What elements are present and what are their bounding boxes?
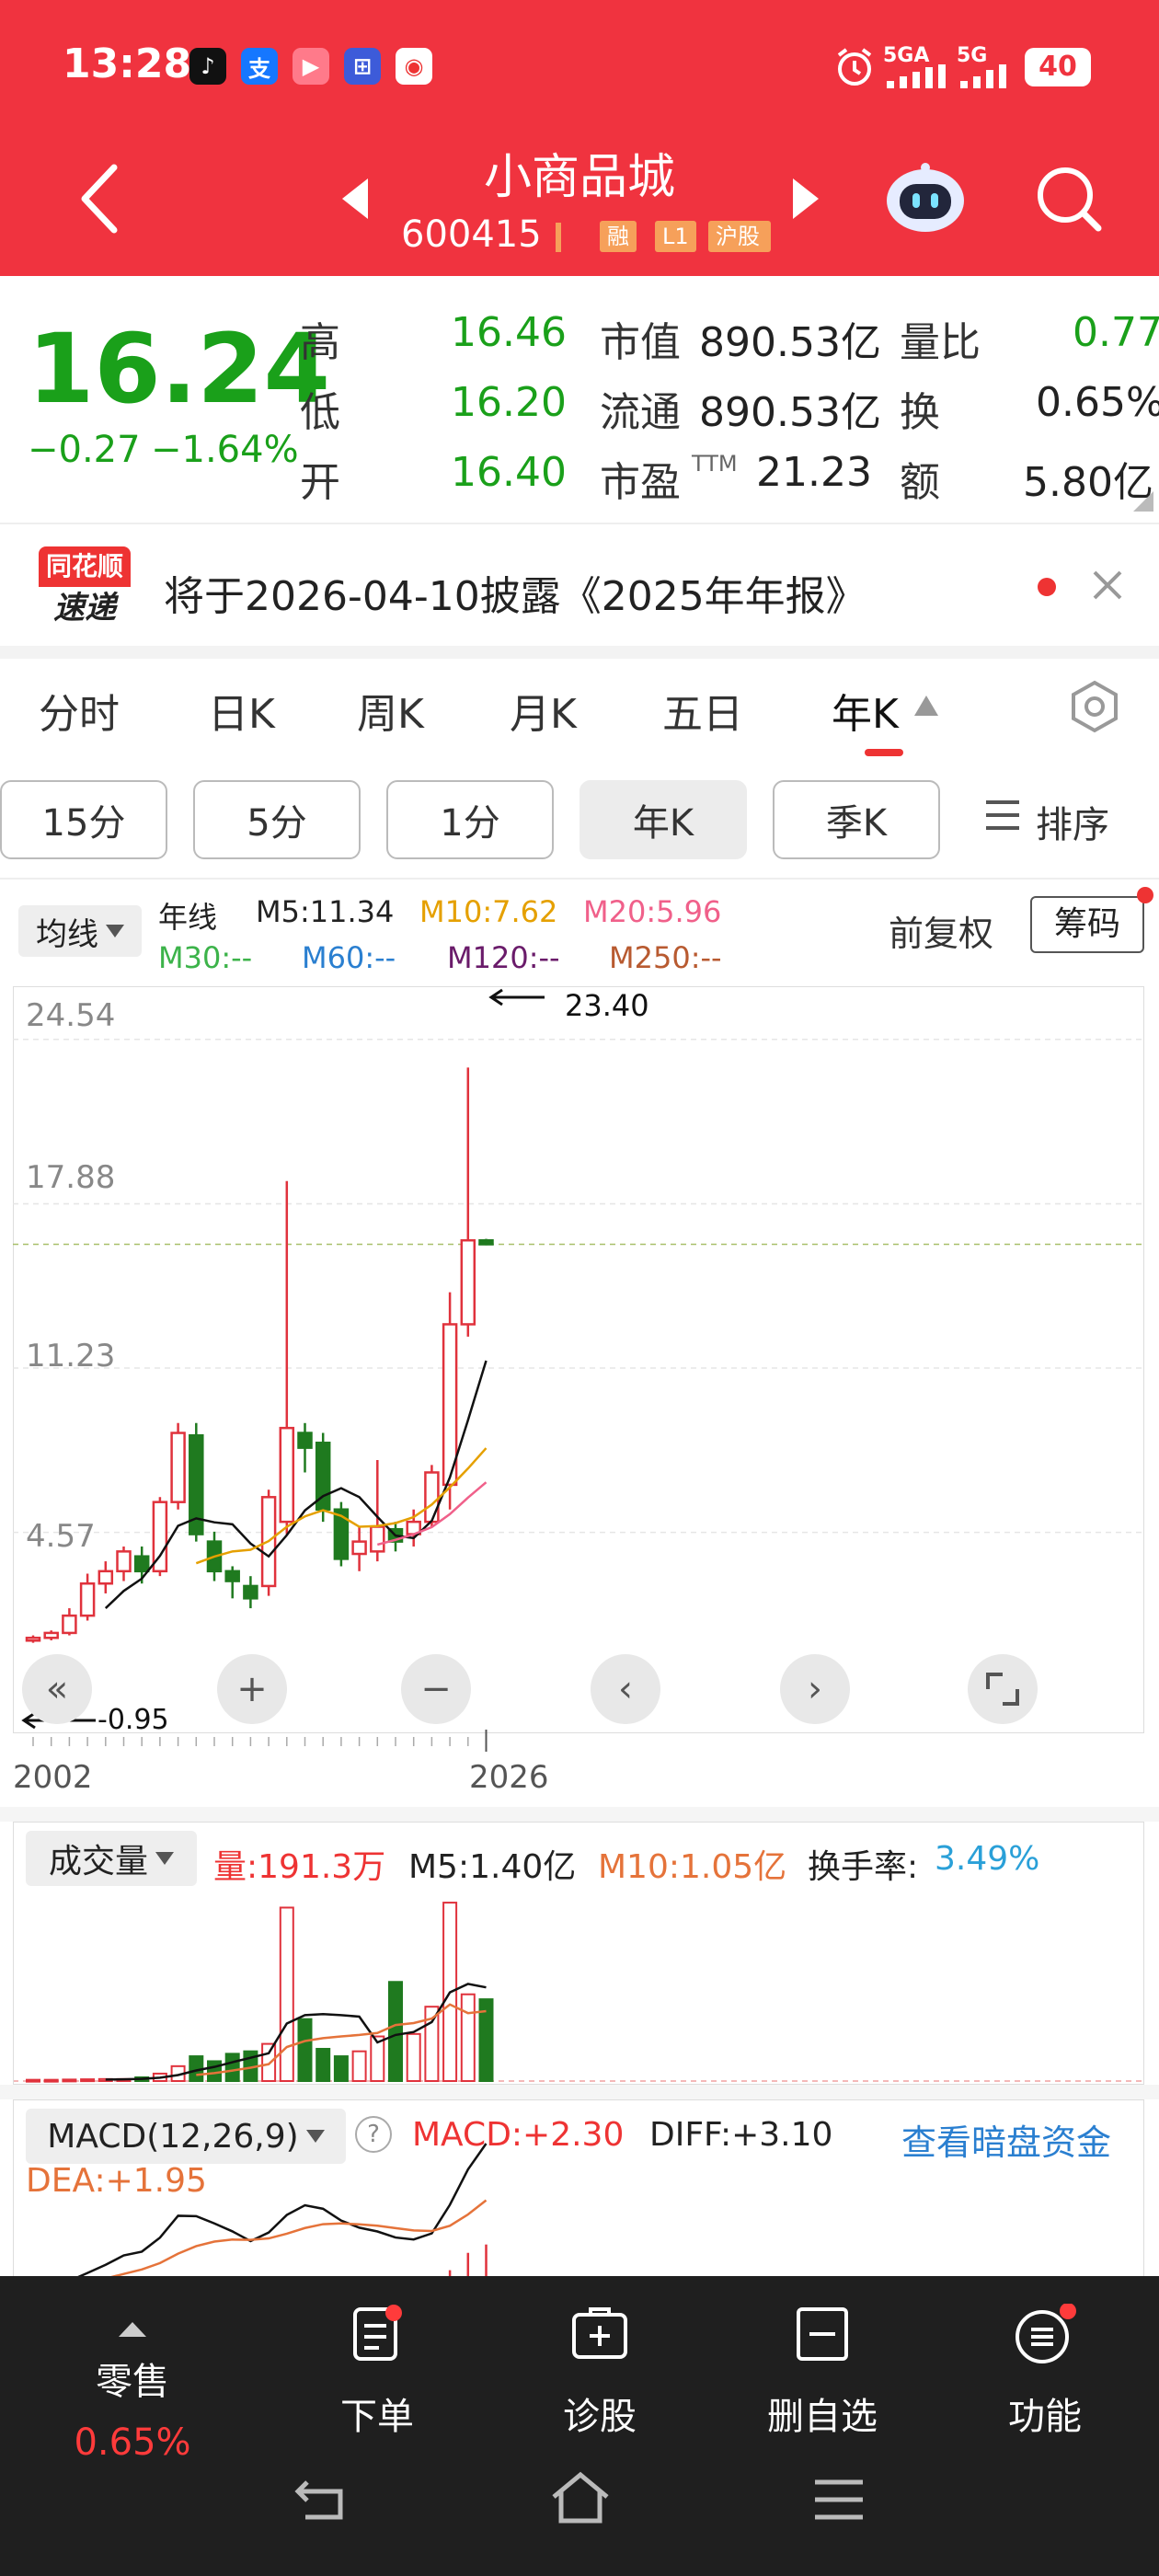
turnover-rate-label: 换手率: [808, 1848, 919, 1886]
volume-ma5: M5:1.40亿 [408, 1848, 577, 1886]
bottom-bar: 零售 0.65% 下单 诊股 删自选 功能 [0, 2276, 1159, 2576]
section-gap [0, 2085, 1159, 2099]
macd-selector-label: MACD(12,26,9) [47, 2117, 299, 2156]
diagnose-label: 诊股 [563, 2396, 637, 2438]
macd-selector[interactable]: MACD(12,26,9) [26, 2109, 346, 2164]
order-label: 下单 [340, 2396, 414, 2438]
dea-value: DEA:+1.95 [26, 2162, 207, 2200]
retail-pct: 0.65% [74, 2421, 191, 2464]
turnover-rate-value: 3.49% [935, 1840, 1040, 1878]
x-label-end: 2026 [469, 1759, 549, 1796]
y-tick-3: 11.23 [26, 1338, 116, 1374]
volume-ma10: M10:1.05亿 [598, 1848, 787, 1886]
high-arrow-icon [488, 988, 545, 1006]
y-tick-2: 17.88 [26, 1159, 116, 1196]
order-icon [353, 2305, 402, 2361]
remove-watchlist-button[interactable]: 删自选 [730, 2304, 914, 2440]
y-tick-1: 24.54 [26, 997, 116, 1034]
system-back-icon[interactable] [293, 2475, 351, 2528]
diagnose-button[interactable]: 诊股 [508, 2304, 692, 2440]
dropdown-icon [305, 2130, 325, 2143]
fullscreen-icon[interactable] [968, 1654, 1038, 1724]
functions-icon [1016, 2303, 1076, 2363]
diagnose-icon [572, 2307, 627, 2359]
candle-body [243, 1584, 258, 1600]
volume-selector-label: 成交量 [48, 1843, 148, 1880]
candle-body [478, 1238, 494, 1246]
candle-body [133, 1555, 150, 1573]
candle-body [43, 1631, 59, 1639]
macd-value: MACD:+2.30 [412, 2116, 625, 2154]
retail-button[interactable]: 零售 0.65% [40, 2304, 224, 2464]
candle-body [62, 1614, 77, 1635]
low-marker-label: -0.95 [98, 1704, 169, 1736]
chart-grid [13, 1039, 1144, 1752]
order-button[interactable]: 下单 [285, 2304, 469, 2440]
remove-label: 删自选 [767, 2396, 878, 2438]
candle-body [170, 1432, 186, 1503]
diff-value: DIFF:+3.10 [649, 2116, 833, 2154]
zoom-out-icon[interactable]: − [401, 1654, 471, 1724]
remove-icon [797, 2307, 848, 2361]
system-menu-icon[interactable] [811, 2477, 866, 2526]
scroll-left-icon[interactable]: ‹ [591, 1654, 660, 1724]
y-tick-4: 4.57 [26, 1518, 96, 1555]
dropdown-icon [155, 1852, 174, 1865]
candle-body [79, 1581, 96, 1617]
candle-body [351, 1540, 367, 1556]
candle-body [25, 1637, 41, 1642]
high-marker-label: 23.40 [565, 988, 649, 1023]
candle-body [297, 1432, 313, 1449]
candle-body [279, 1426, 295, 1524]
volume-value: 量:191.3万 [213, 1848, 386, 1886]
candle-body [116, 1550, 132, 1573]
retail-label: 零售 [96, 2361, 169, 2403]
zoom-in-icon[interactable]: + [217, 1654, 287, 1724]
scroll-to-start-icon[interactable]: « [22, 1654, 92, 1724]
candle-body [424, 1471, 440, 1524]
system-home-icon[interactable] [548, 2471, 613, 2530]
dark-pool-link[interactable]: 查看暗盘资金 [901, 2114, 1111, 2165]
candle-body [460, 1238, 476, 1326]
help-icon[interactable]: ? [355, 2116, 392, 2153]
x-label-start: 2002 [13, 1759, 93, 1796]
candle-body [98, 1570, 114, 1585]
section-gap [0, 1807, 1159, 1822]
caret-up-icon [119, 2322, 146, 2337]
functions-label: 功能 [1008, 2396, 1082, 2438]
candle-body [370, 1525, 385, 1553]
volume-selector[interactable]: 成交量 [26, 1831, 197, 1886]
functions-button[interactable]: 功能 [953, 2303, 1137, 2440]
candle-body [224, 1570, 240, 1582]
scroll-right-icon[interactable]: › [780, 1654, 850, 1724]
